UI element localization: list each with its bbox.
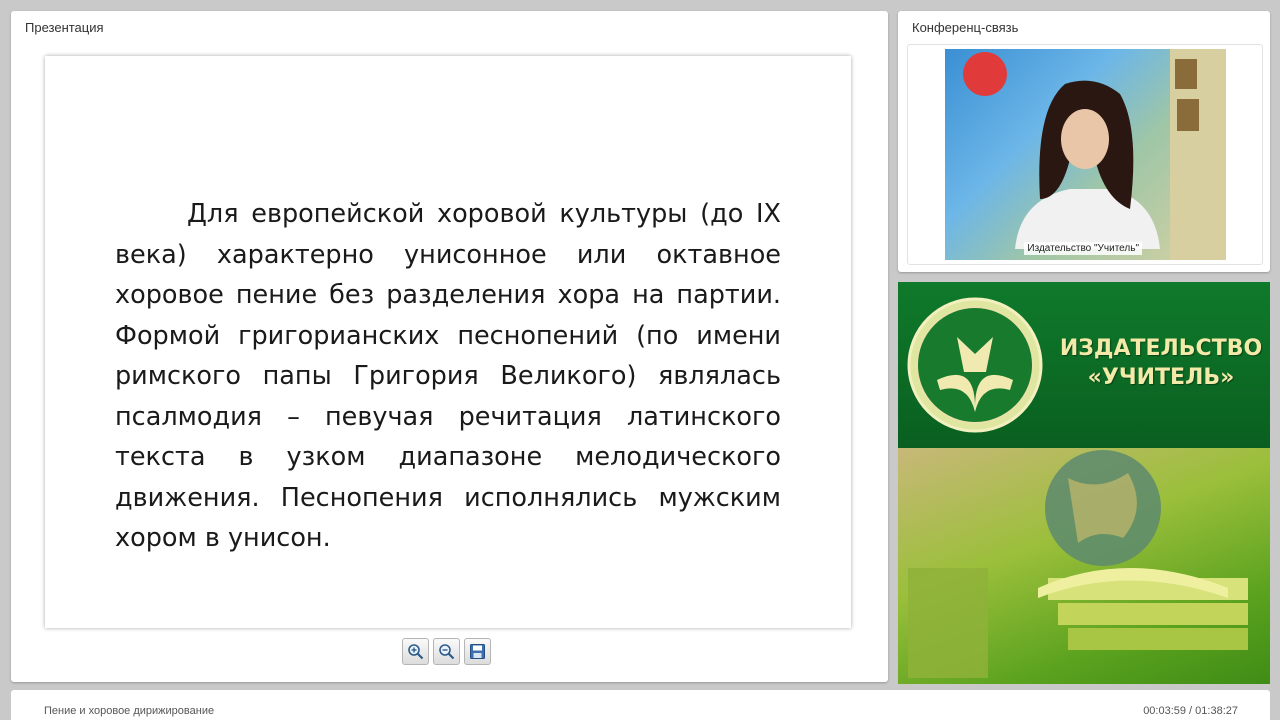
zoom-in-button[interactable] — [402, 638, 429, 665]
playback-time: 00:03:59 / 01:38:27 — [1143, 705, 1238, 717]
course-title: Пение и хоровое дирижирование — [44, 705, 215, 717]
video-frame: Издательство "Учитель" — [907, 44, 1263, 265]
presenter-figure — [963, 49, 1226, 260]
webcam-video[interactable]: Издательство "Учитель" — [945, 49, 1226, 260]
banner-top: ИЗДАТЕЛЬСТВО «УЧИТЕЛЬ» — [898, 282, 1270, 448]
banner-books-image — [898, 448, 1270, 684]
publisher-name-line1: ИЗДАТЕЛЬСТВО — [1059, 336, 1263, 361]
footer-bar: Пение и хоровое дирижирование 00:03:59 /… — [11, 690, 1270, 720]
publisher-name: ИЗДАТЕЛЬСТВО «УЧИТЕЛЬ» — [1056, 334, 1266, 392]
slide: Для европейской хоровой культуры (до IX … — [45, 56, 851, 628]
save-button[interactable] — [464, 638, 491, 665]
presentation-panel: Презентация Для европейской хоровой куль… — [11, 11, 888, 682]
presentation-toolbar — [402, 638, 491, 665]
publisher-banner: ИЗДАТЕЛЬСТВО «УЧИТЕЛЬ» — [898, 282, 1270, 684]
conference-title: Конференц-связь — [912, 20, 1019, 35]
presentation-title: Презентация — [25, 20, 104, 35]
conference-panel: Конференц-связь Издательство "Учитель" — [898, 11, 1270, 272]
publisher-name-line2: «УЧИТЕЛЬ» — [1087, 365, 1235, 390]
books-globe-illustration — [908, 450, 1248, 678]
save-icon — [470, 644, 485, 659]
publisher-logo — [907, 297, 1043, 433]
video-caption: Издательство "Учитель" — [1024, 242, 1142, 255]
zoom-out-button[interactable] — [433, 638, 460, 665]
slide-text: Для европейской хоровой культуры (до IX … — [115, 199, 781, 553]
zoom-out-icon — [439, 644, 455, 660]
zoom-in-icon — [408, 644, 424, 660]
